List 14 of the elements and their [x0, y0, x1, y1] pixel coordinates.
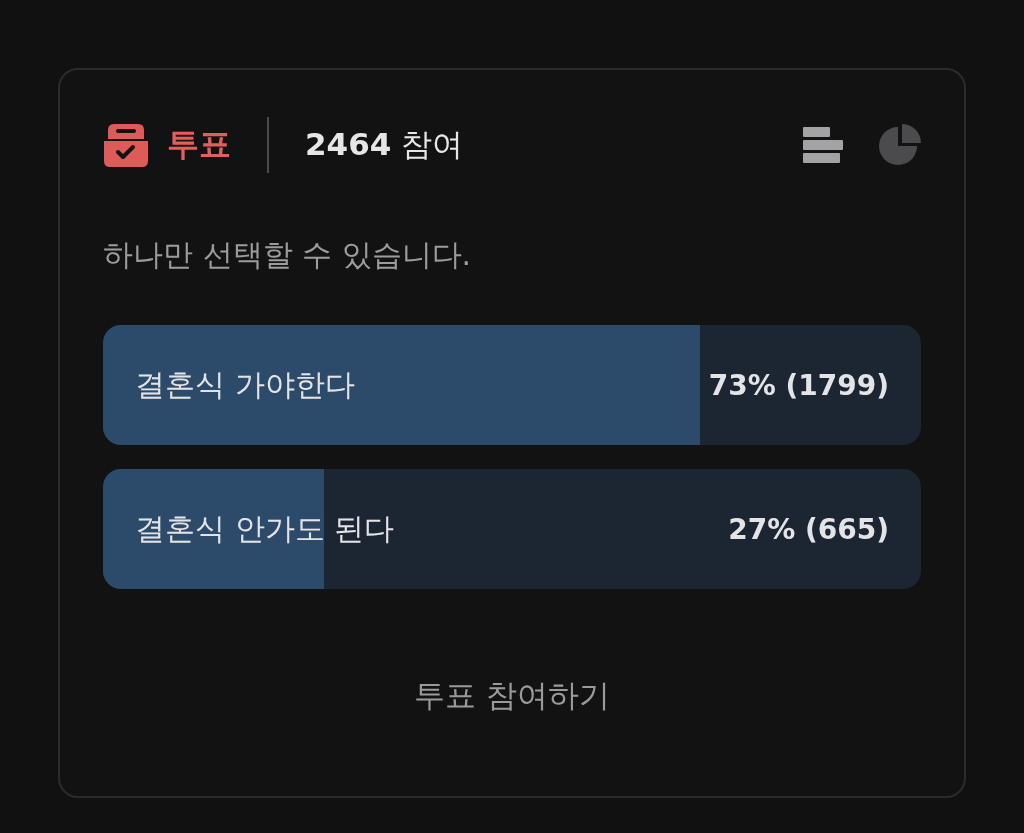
bar-view-button[interactable]	[803, 125, 843, 165]
option-result: 27% (665)	[728, 512, 889, 546]
poll-title: 투표	[167, 124, 231, 165]
poll-option[interactable]: 결혼식 안가도 된다 27% (665)	[103, 469, 921, 589]
poll-option[interactable]: 결혼식 가야한다 73% (1799)	[103, 325, 921, 445]
participant-count: 2464 참여	[305, 125, 464, 164]
bar-chart-icon	[803, 125, 843, 165]
pie-chart-icon	[879, 124, 921, 166]
instruction-text: 하나만 선택할 수 있습니다.	[103, 236, 473, 274]
option-label: 결혼식 안가도 된다	[135, 509, 395, 548]
ballot-box-icon	[103, 123, 149, 167]
option-label: 결혼식 가야한다	[135, 365, 355, 404]
vote-button[interactable]: 투표 참여하기	[394, 665, 630, 727]
option-result: 73% (1799)	[708, 368, 889, 402]
